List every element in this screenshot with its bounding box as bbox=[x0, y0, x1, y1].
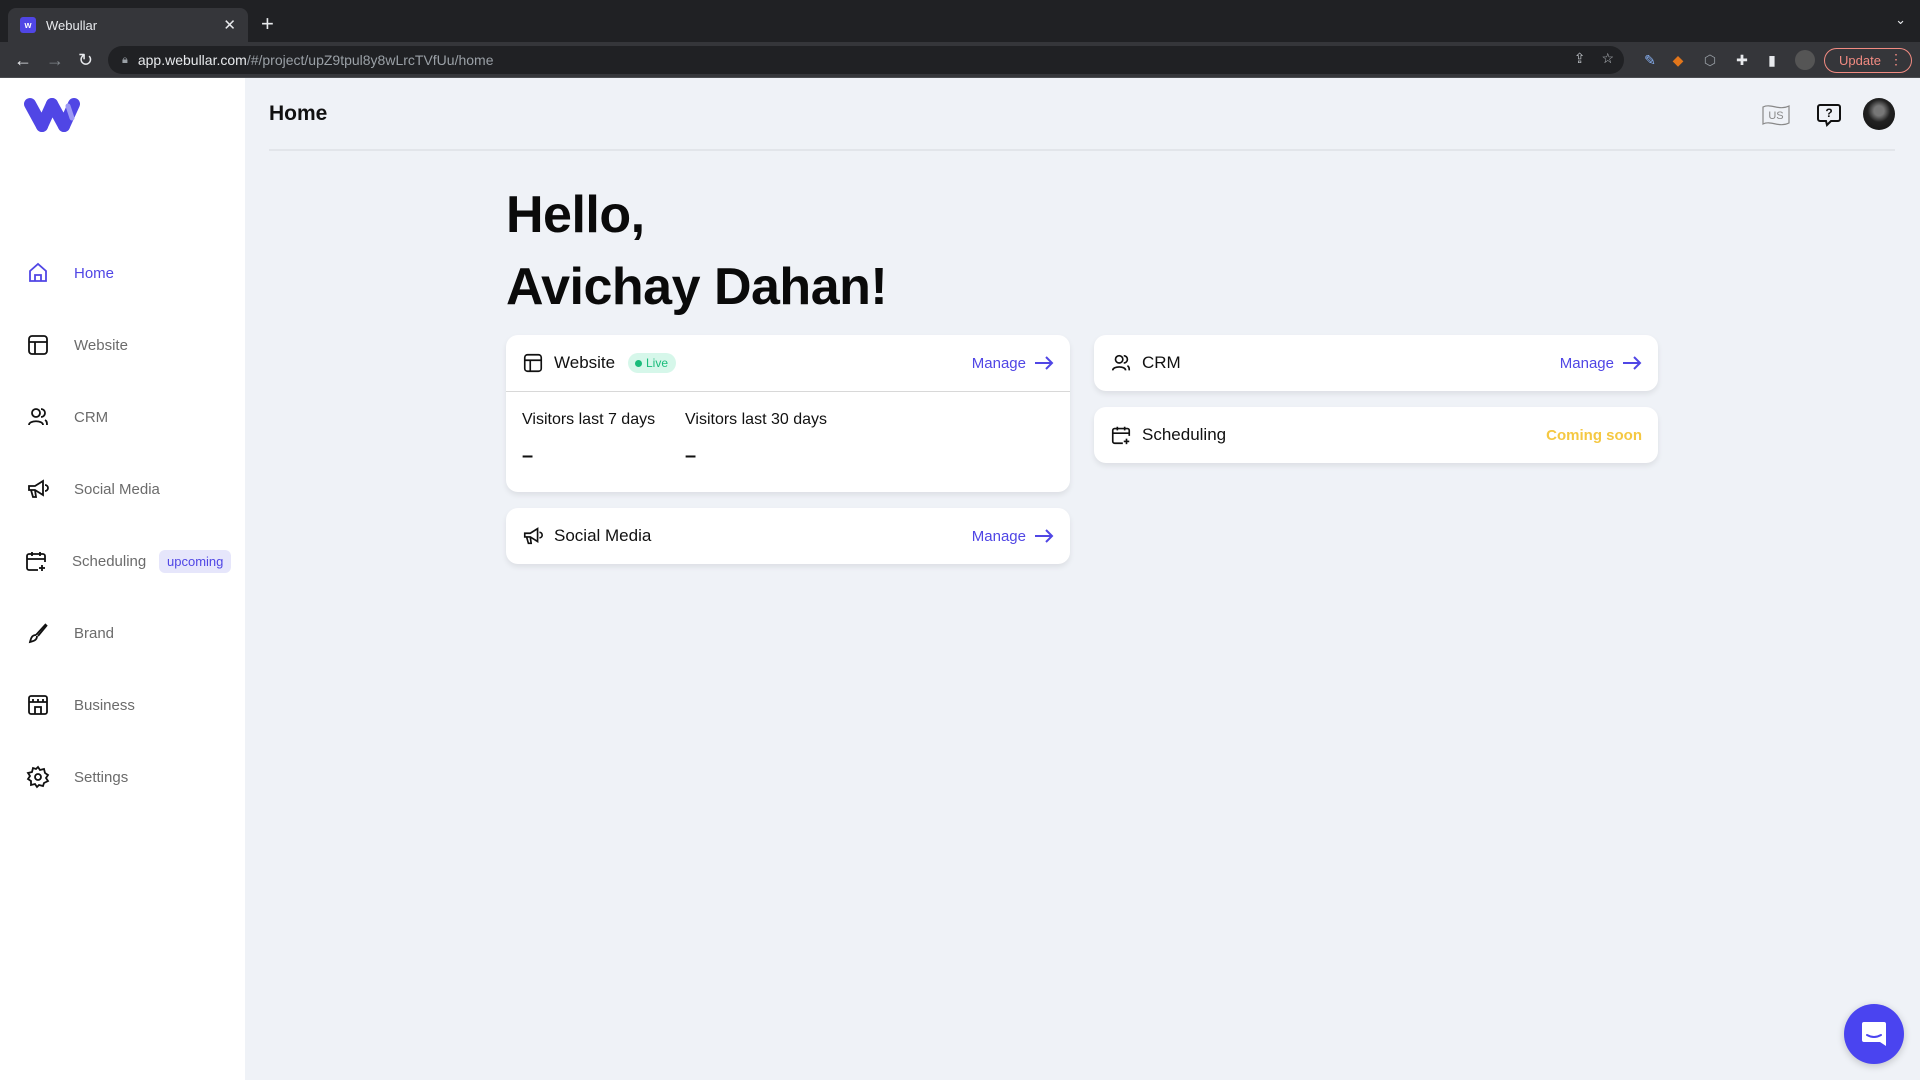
profile-avatar-icon[interactable] bbox=[1795, 50, 1815, 70]
manage-label: Manage bbox=[971, 527, 1026, 545]
sidebar: Home Website CRM Social Media Scheduling… bbox=[0, 78, 245, 1080]
more-vertical-icon: ⋮ bbox=[1889, 51, 1903, 67]
card-title: CRM bbox=[1142, 353, 1181, 372]
reload-icon[interactable]: ↻ bbox=[78, 48, 93, 72]
layout-icon bbox=[523, 353, 543, 373]
browser-tab[interactable]: w Webullar ✕ bbox=[8, 8, 248, 42]
stat-label-30-days: Visitors last 30 days bbox=[685, 411, 827, 428]
tab-search-chevron-icon[interactable]: ⌄ bbox=[1895, 12, 1906, 28]
extension-cube-icon[interactable]: ⬡ bbox=[1700, 50, 1720, 70]
new-tab-button[interactable]: + bbox=[261, 10, 274, 38]
manage-label: Manage bbox=[971, 354, 1026, 372]
greeting: Hello, Avichay Dahan! bbox=[506, 179, 888, 323]
close-tab-icon[interactable]: ✕ bbox=[223, 16, 236, 34]
users-icon bbox=[28, 408, 48, 426]
social-media-card: Social Media Manage bbox=[506, 508, 1070, 564]
help-question-icon[interactable]: ? bbox=[1816, 102, 1842, 128]
card-title: Website bbox=[554, 353, 616, 372]
share-icon[interactable]: ⇪ bbox=[1574, 50, 1586, 67]
arrow-right-icon bbox=[1035, 529, 1054, 543]
card-divider bbox=[506, 391, 1070, 392]
metamask-fox-icon[interactable]: ◆ bbox=[1668, 50, 1688, 70]
layout-icon bbox=[28, 335, 48, 355]
home-icon bbox=[29, 262, 47, 282]
crm-card: CRM Manage bbox=[1094, 335, 1658, 391]
stat-label-7-days: Visitors last 7 days bbox=[522, 411, 656, 428]
scheduling-card: Scheduling Coming soon bbox=[1094, 407, 1658, 463]
card-title: Social Media bbox=[554, 526, 652, 545]
header-divider bbox=[269, 149, 1895, 151]
language-code: US bbox=[1768, 110, 1783, 122]
extensions-puzzle-icon[interactable]: ✚ bbox=[1732, 50, 1752, 70]
forward-icon[interactable]: → bbox=[46, 48, 64, 72]
main-content: Home US ? Hello, Avichay Dahan! Website … bbox=[245, 78, 1920, 1080]
arrow-right-icon bbox=[1623, 356, 1642, 370]
manage-label: Manage bbox=[1559, 354, 1614, 372]
coming-soon-label: Coming soon bbox=[1546, 426, 1642, 444]
webullar-logo[interactable] bbox=[22, 96, 82, 134]
sidebar-item-social-media[interactable]: Social Media bbox=[0, 467, 245, 511]
update-button[interactable]: Update ⋮ bbox=[1824, 48, 1912, 73]
svg-text:?: ? bbox=[1825, 106, 1832, 120]
side-panel-icon[interactable]: ▮ bbox=[1762, 50, 1782, 70]
live-status-label: Live bbox=[646, 356, 669, 370]
megaphone-icon bbox=[523, 527, 543, 545]
sidebar-item-label: CRM bbox=[74, 408, 109, 426]
greeting-user-name: Avichay Dahan! bbox=[506, 258, 888, 316]
card-title: Scheduling bbox=[1142, 425, 1227, 444]
sidebar-item-label: Website bbox=[74, 336, 128, 354]
address-bar[interactable]: 🔒︎ app.webullar.com/#/project/upZ9tpul8y… bbox=[108, 46, 1624, 74]
users-icon bbox=[1111, 354, 1131, 371]
website-card: Website Live Manage Visitors last 7 days… bbox=[506, 335, 1070, 492]
page-title: Home bbox=[269, 102, 328, 125]
sidebar-item-label: Brand bbox=[74, 624, 115, 642]
megaphone-icon bbox=[28, 479, 49, 498]
sidebar-item-settings[interactable]: Settings bbox=[0, 755, 245, 799]
extension-pen-icon[interactable]: ✎ bbox=[1640, 50, 1660, 70]
url-host: app.webullar.com bbox=[137, 52, 247, 68]
calendar-plus-icon bbox=[26, 552, 46, 571]
sidebar-item-label: Home bbox=[74, 264, 115, 282]
sidebar-item-label: Social Media bbox=[74, 480, 160, 498]
browser-tab-strip: w Webullar ✕ + ⌄ bbox=[0, 0, 1920, 42]
stat-value-30-days: – bbox=[685, 445, 697, 467]
brush-icon bbox=[28, 623, 48, 644]
browser-toolbar: ← → ↻ 🔒︎ app.webullar.com/#/project/upZ9… bbox=[0, 42, 1920, 78]
upcoming-badge: upcoming bbox=[159, 549, 232, 573]
sidebar-item-crm[interactable]: CRM bbox=[0, 395, 245, 439]
chat-launcher-button[interactable] bbox=[1844, 1004, 1904, 1064]
live-dot-icon bbox=[635, 359, 642, 367]
sidebar-item-label: Settings bbox=[74, 768, 129, 786]
arrow-right-icon bbox=[1035, 356, 1054, 370]
back-icon[interactable]: ← bbox=[14, 48, 32, 72]
sidebar-item-business[interactable]: Business bbox=[0, 683, 245, 727]
sidebar-item-label: Business bbox=[74, 696, 135, 714]
social-media-manage-link[interactable]: Manage bbox=[972, 528, 1054, 545]
crm-manage-link[interactable]: Manage bbox=[1560, 355, 1642, 372]
bookmark-star-icon[interactable]: ☆ bbox=[1601, 50, 1614, 67]
sidebar-item-scheduling[interactable]: Scheduling upcoming bbox=[0, 539, 245, 583]
lock-icon: 🔒︎ bbox=[122, 53, 128, 66]
sidebar-item-brand[interactable]: Brand bbox=[0, 611, 245, 655]
sidebar-item-label: Scheduling bbox=[72, 552, 147, 570]
calendar-plus-icon bbox=[1111, 426, 1131, 445]
gear-icon bbox=[26, 765, 50, 789]
user-avatar[interactable] bbox=[1863, 98, 1895, 130]
stat-value-7-days: – bbox=[522, 445, 534, 467]
website-manage-link[interactable]: Manage bbox=[972, 355, 1054, 372]
tab-title: Webullar bbox=[46, 17, 98, 33]
url-path: /#/project/upZ9tpul8y8wLrcTVfUu/home bbox=[246, 52, 494, 68]
update-label: Update bbox=[1839, 53, 1881, 68]
webullar-favicon-icon: w bbox=[20, 17, 36, 33]
language-flag-icon[interactable]: US bbox=[1761, 102, 1791, 128]
live-status-badge: Live bbox=[628, 353, 677, 373]
store-icon bbox=[28, 695, 48, 715]
sidebar-item-website[interactable]: Website bbox=[0, 323, 245, 367]
chat-bubble-icon bbox=[1862, 1022, 1886, 1046]
sidebar-item-home[interactable]: Home bbox=[0, 251, 245, 295]
greeting-line-1: Hello, bbox=[506, 186, 645, 244]
